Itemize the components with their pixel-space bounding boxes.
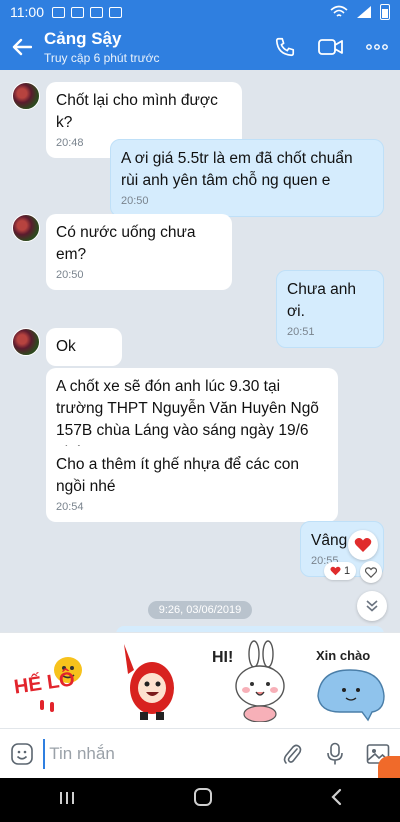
sticker-red-mascot-image [124, 643, 174, 720]
message-time: 20:50 [121, 195, 149, 207]
message-text: Vâng [311, 532, 348, 549]
message-list[interactable]: Chốt lại cho mình được k? 20:48 A ơi giá… [0, 70, 400, 632]
sticker-hi-bunny-image: HI! [212, 639, 285, 723]
react-button[interactable] [360, 561, 382, 583]
emoji-button[interactable] [0, 729, 43, 779]
message-composer [0, 728, 400, 778]
more-icon [366, 44, 388, 50]
sticker-helo-image: HẾ LÔ [12, 656, 82, 712]
message-text: Cho a thêm ít ghế nhựa để các con ngồi n… [56, 456, 300, 495]
back-nav-icon [331, 788, 341, 806]
heart-outline-icon [365, 566, 377, 578]
signal-icon [357, 6, 371, 18]
avatar[interactable] [12, 328, 40, 356]
sticker-suggestions: HẾ LÔ HI! Xin chào [0, 632, 400, 728]
emoji-icon [10, 742, 33, 765]
image-notification-icon [90, 6, 103, 18]
back-nav-button[interactable] [330, 788, 342, 812]
date-divider: 9:26, 03/06/2019 [148, 601, 252, 619]
attach-icon [283, 744, 302, 764]
contact-info[interactable]: Cảng Sậy Truy cập 6 phút trước [44, 29, 262, 65]
avatar[interactable] [12, 214, 40, 242]
contact-name: Cảng Sậy [44, 29, 122, 48]
sticker-red-mascot[interactable] [110, 640, 190, 722]
heart-icon [354, 538, 372, 552]
chevron-down-double-icon [366, 600, 378, 612]
message-time: 20:50 [56, 269, 84, 281]
back-button[interactable] [0, 24, 44, 70]
corner-badge [378, 756, 400, 778]
last-seen: Truy cập 6 phút trước [44, 51, 160, 65]
voice-record-button[interactable] [314, 729, 357, 779]
phone-icon [275, 37, 295, 57]
home-icon [193, 788, 212, 806]
home-button[interactable] [193, 787, 213, 813]
voice-call-button[interactable] [262, 24, 308, 70]
message-input[interactable] [43, 738, 271, 769]
status-bar: 11:00 [0, 0, 400, 24]
message-time: 20:51 [287, 326, 315, 338]
attach-button[interactable] [270, 729, 313, 779]
reaction-count[interactable]: 1 [324, 562, 357, 580]
recent-apps-icon [60, 791, 75, 804]
message-bubble[interactable]: A ơi giá 5.5tr là em đã chốt chuẩn rùi a… [110, 139, 384, 217]
message-text: Có nước uống chưa em? [56, 224, 196, 263]
message-bubble[interactable]: Cho a thêm ít ghế nhựa để các con ngồi n… [46, 446, 338, 522]
sticker-hi-text: HI! [212, 649, 233, 666]
message-bubble[interactable]: Chưa anh ơi. 20:51 [276, 270, 384, 348]
sticker-xin-chao[interactable]: Xin chào [310, 640, 390, 722]
system-nav-bar [0, 778, 400, 822]
video-call-icon [318, 39, 343, 55]
recent-apps-button[interactable] [58, 789, 76, 812]
app-notification-icon [109, 6, 122, 18]
mail-notification-icon [71, 6, 84, 18]
back-arrow-icon [12, 38, 32, 56]
sticker-helo[interactable]: HẾ LÔ [10, 640, 90, 722]
gallery-notification-icon [52, 6, 65, 18]
avatar[interactable] [12, 82, 40, 110]
scroll-to-bottom-button[interactable] [357, 591, 387, 621]
status-time: 11:00 [10, 4, 44, 20]
sticker-xin-chao-image: Xin chào [316, 648, 385, 721]
message-text: A ơi giá 5.5tr là em đã chốt chuẩn rùi a… [121, 150, 353, 189]
message-text: Chốt lại cho mình được k? [56, 92, 218, 131]
message-time: 20:54 [56, 501, 84, 513]
sticker-xin-chao-text: Xin chào [316, 648, 370, 663]
message-text: Ok [56, 338, 76, 355]
sticker-hi-bunny[interactable]: HI! [210, 639, 290, 723]
heart-reaction[interactable] [348, 530, 378, 560]
chat-header: Cảng Sậy Truy cập 6 phút trước [0, 24, 400, 70]
notification-icons [52, 6, 122, 18]
message-bubble[interactable]: Ok [46, 328, 122, 366]
battery-icon [380, 4, 390, 20]
message-text: Chưa anh ơi. [287, 281, 356, 320]
sticker-helo-text: HẾ LÔ [12, 666, 76, 698]
heart-icon [330, 566, 341, 576]
message-bubble[interactable]: Có nước uống chưa em? 20:50 [46, 214, 232, 290]
mic-icon [327, 742, 343, 764]
reaction-count-value: 1 [344, 565, 351, 577]
video-call-button[interactable] [308, 24, 354, 70]
more-options-button[interactable] [354, 24, 400, 70]
wifi-icon [330, 5, 348, 17]
